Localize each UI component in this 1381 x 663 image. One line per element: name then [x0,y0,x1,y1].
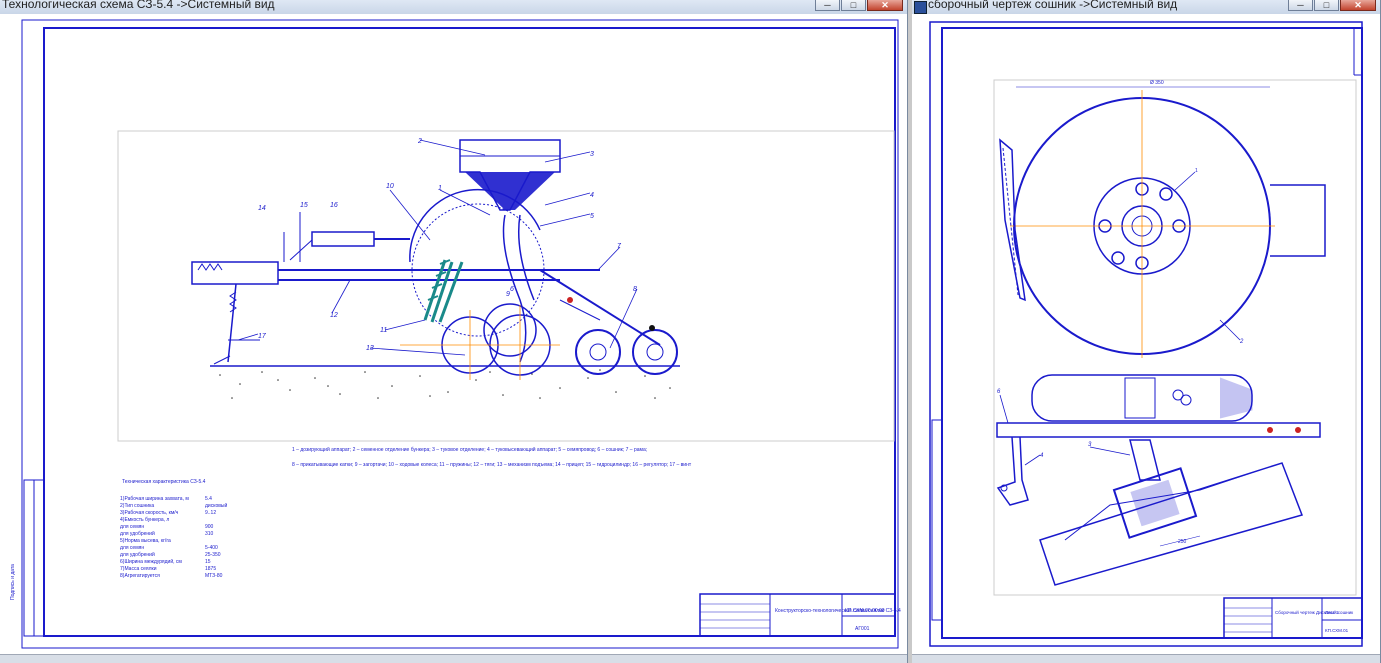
spec-row-label: 4)Емкость бункера, л [120,517,169,523]
callout-disc: 2 [1239,339,1244,345]
spec-row-value: 25-350 [205,552,221,558]
right-window-title: сборочный чертеж сошник ->Системный вид [928,0,1178,11]
callout-2: 2 [417,138,422,145]
right-stamp-sheet: Лист 1 [1325,610,1339,615]
spec-row-value: 9..12 [205,510,216,516]
stamp-code: КП.СХМ.00.00.00 [845,608,885,614]
spec-row-value: 15 [205,559,211,565]
spec-row-value: дисковый [205,502,227,509]
left-close-button[interactable]: ✕ [867,0,903,11]
callout-1: 1 [438,185,442,192]
left-drawing-canvas[interactable]: Подпись и дата 2 3 4 5 7 8 1 10 11 13 12… [0,14,907,663]
callout-frame: 6 [997,389,1001,395]
dim-top: Ø 350 [1150,80,1164,86]
dim-bottom: 250 [1178,539,1187,545]
callout-10: 10 [386,183,394,190]
callout-8: 8 [633,286,637,293]
right-maximize-button[interactable]: □ [1314,0,1339,11]
legend-line-1: 1 – дозирующий аппарат; 2 – семенное отд… [292,446,647,453]
right-window: сборочный чертеж сошник ->Системный вид … [912,0,1381,663]
spec-row-label: 7)Масса сеялки [120,566,157,572]
left-titlebar[interactable]: Технологическая схема СЗ-5.4 ->Системный… [0,0,907,14]
callout-hub: 1 [1195,168,1198,174]
spec-row-label: 8)Агрегатируется [120,573,160,579]
spec-table: 1)Рабочая ширина захвата, м 5.4 2)Тип сошн… [120,496,227,579]
callout-7: 7 [617,243,622,250]
right-titlebar[interactable]: сборочный чертеж сошник ->Системный вид … [912,0,1380,14]
spec-row-label: 6)Ширина междурядий, см [120,558,182,565]
spec-row-value: 5-400 [205,545,218,551]
right-stamp-title: Сборочный чертеж Дисковый сошник [1275,609,1353,615]
spec-row-value: 310 [205,531,214,537]
callout-12: 12 [330,312,338,319]
callout-17: 17 [258,333,267,340]
callout-16: 16 [330,202,338,209]
left-window-title: Технологическая схема СЗ-5.4 ->Системный… [2,0,275,11]
left-statusbar [0,654,907,663]
stamp-group: АГ001 [855,626,870,632]
left-minimize-button[interactable]: ─ [815,0,840,11]
right-stamp-code: КП.СХМ.01 [1325,628,1349,633]
side-label: Подпись и дата [10,564,16,600]
callout-4: 4 [590,192,594,199]
left-window-controls: ─ □ ✕ [815,0,903,11]
spec-title: Техническая характеристика СЗ-5.4 [122,479,206,485]
right-window-controls: ─ □ ✕ [1288,0,1376,11]
callout-13: 13 [366,345,374,352]
spec-row-value: МТЗ-80 [205,573,223,579]
spec-row-label: 3)Рабочая скорость, км/ч [120,510,179,516]
right-statusbar [912,654,1380,663]
spec-row-value: 5.4 [205,496,212,502]
spec-row-value: 1875 [205,566,216,572]
technological-scheme-drawing: Подпись и дата 2 3 4 5 7 8 1 10 11 13 12… [10,19,901,649]
right-close-button[interactable]: ✕ [1340,0,1376,11]
callout-11: 11 [380,327,387,334]
right-minimize-button[interactable]: ─ [1288,0,1313,11]
callout-5: 5 [590,213,594,220]
left-window: Технологическая схема СЗ-5.4 ->Системный… [0,0,908,663]
app-icon [914,1,927,14]
callout-15: 15 [300,202,308,209]
spec-row-value: 900 [205,524,214,530]
seed-fill [465,172,555,210]
spec-row-label: для семян [120,545,144,551]
left-maximize-button[interactable]: □ [841,0,866,11]
spec-row-label: для семян [120,524,144,530]
spec-row-label: 2)Тип сошника [120,503,154,509]
spec-row-label: для удобрений [120,551,155,558]
spec-row-label: 5)Норма высева, кг/га [120,538,171,544]
callout-14: 14 [258,205,266,212]
assembly-drawing: Ø 350 2 1 6 4 3 250 Сборочный чертеж Дис… [929,21,1363,647]
callout-6: 6 [510,286,514,293]
callout-bracket: 4 [1040,453,1044,459]
callout-3: 3 [590,151,594,158]
spec-row-label: для удобрений [120,530,155,537]
spec-row-label: 1)Рабочая ширина захвата, м [120,496,189,502]
right-drawing-canvas[interactable]: Ø 350 2 1 6 4 3 250 Сборочный чертеж Дис… [912,14,1380,663]
legend-line-2: 8 – прикатывающие катки; 9 – загортачи; … [292,462,692,468]
